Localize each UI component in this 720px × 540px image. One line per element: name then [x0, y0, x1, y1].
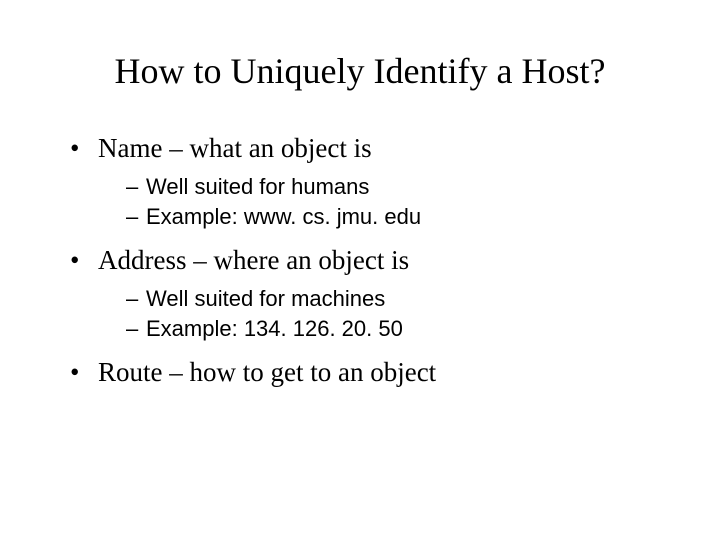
- list-item: Address – where an object is Well suited…: [70, 242, 660, 344]
- sub-list: Well suited for humans Example: www. cs.…: [98, 172, 660, 231]
- list-item: Name – what an object is Well suited for…: [70, 130, 660, 232]
- list-item: Example: www. cs. jmu. edu: [126, 202, 660, 232]
- list-item: Route – how to get to an object: [70, 354, 660, 390]
- list-item: Well suited for machines: [126, 284, 660, 314]
- sub-bullet-text: Well suited for machines: [146, 286, 385, 311]
- sub-bullet-text: Example: www. cs. jmu. edu: [146, 204, 421, 229]
- sub-bullet-text: Example: 134. 126. 20. 50: [146, 316, 403, 341]
- bullet-text: Name – what an object is: [98, 133, 372, 163]
- list-item: Example: 134. 126. 20. 50: [126, 314, 660, 344]
- list-item: Well suited for humans: [126, 172, 660, 202]
- slide-body: Name – what an object is Well suited for…: [60, 130, 660, 390]
- sub-list: Well suited for machines Example: 134. 1…: [98, 284, 660, 343]
- bullet-text: Address – where an object is: [98, 245, 409, 275]
- bullet-text: Route – how to get to an object: [98, 357, 436, 387]
- sub-bullet-text: Well suited for humans: [146, 174, 369, 199]
- bullet-list: Name – what an object is Well suited for…: [60, 130, 660, 390]
- slide-title: How to Uniquely Identify a Host?: [60, 50, 660, 92]
